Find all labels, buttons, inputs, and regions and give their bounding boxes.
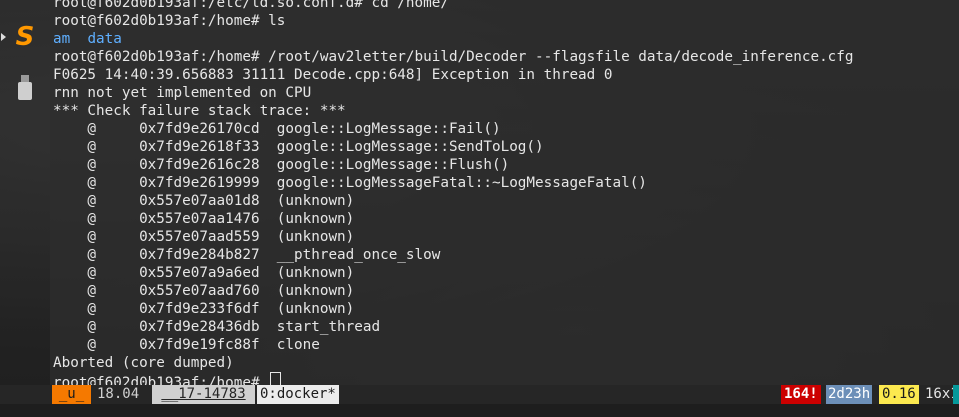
os-version: 18.04 (97, 386, 140, 402)
running-app-indicator (1, 33, 6, 41)
terminal-line: root@f602d0b193af:/etc/ld.so.conf.d# cd … (53, 0, 449, 11)
terminal-line: @ 0x557e07aa01d8 (unknown) (53, 193, 355, 209)
terminal-line: @ 0x7fd9e2616c28 google::LogMessage::Flu… (53, 157, 510, 173)
tmux-status-bar: _u_ 18.04 __17-14783 0:docker* 164! 2d23… (0, 385, 959, 404)
terminal-cursor (270, 372, 282, 385)
terminal-line: @ 0x7fd9e2619999 google::LogMessageFatal… (53, 175, 647, 191)
window-tab-docker[interactable]: 0:docker* (257, 385, 339, 404)
terminal-line: am data (53, 30, 854, 48)
terminal-line: root@f602d0b193af:/home# ls (53, 13, 286, 29)
usb-drive-icon[interactable] (8, 70, 42, 104)
terminal-line: rnn not yet implemented on CPU (53, 85, 312, 101)
terminal-prompt-line[interactable]: root@f602d0b193af:/home# (53, 372, 854, 385)
usb-head-shape (21, 75, 29, 82)
status-bar-padding (0, 404, 959, 417)
directory-entry: am (53, 31, 71, 47)
sublime-text-icon[interactable]: S (8, 20, 42, 54)
terminal-output: root@f602d0b193af:/etc/ld.so.conf.d# cd … (53, 0, 854, 385)
terminal-line: *** Check failure stack trace: *** (53, 103, 346, 119)
session-name[interactable]: _u_ (52, 385, 91, 404)
terminal-line: @ 0x7fd9e284b827 __pthread_once_slow (53, 247, 441, 263)
directory-entry: data (87, 31, 122, 47)
terminal-line: @ 0x7fd9e28436db start_thread (53, 319, 381, 335)
terminal-window[interactable]: root@f602d0b193af:/etc/ld.so.conf.d# cd … (50, 0, 959, 385)
terminal-line: @ 0x7fd9e233f6df (unknown) (53, 301, 355, 317)
terminal-line: @ 0x557e07aad559 (unknown) (53, 229, 355, 245)
terminal-line: @ 0x557e07a9a6ed (unknown) (53, 265, 355, 281)
bell-count-badge: 164! (781, 385, 821, 404)
uptime: 2d23h (826, 385, 873, 404)
terminal-line: @ 0x7fd9e19fc88f clone (53, 337, 320, 353)
usb-body-shape (18, 75, 32, 100)
terminal-line: Aborted (core dumped) (53, 355, 234, 371)
terminal-line: @ 0x7fd9e2618f33 google::LogMessage::Sen… (53, 139, 544, 155)
status-edge-marker (953, 385, 959, 404)
terminal-line: F0625 14:40:39.656883 31111 Decode.cpp:6… (53, 67, 613, 83)
launcher-dock: S ⠿ (0, 0, 50, 397)
shell-prompt: root@f602d0b193af:/home# (53, 375, 269, 385)
terminal-line: @ 0x557e07aa1476 (unknown) (53, 211, 355, 227)
terminal-line: root@f602d0b193af:/home# /root/wav2lette… (53, 49, 854, 65)
terminal-line: @ 0x7fd9e26170cd google::LogMessage::Fai… (53, 121, 501, 137)
load-average: 0.16 (879, 385, 919, 404)
terminal-line: @ 0x557e07aad760 (unknown) (53, 283, 355, 299)
pid-range: __17-14783 (152, 385, 255, 404)
